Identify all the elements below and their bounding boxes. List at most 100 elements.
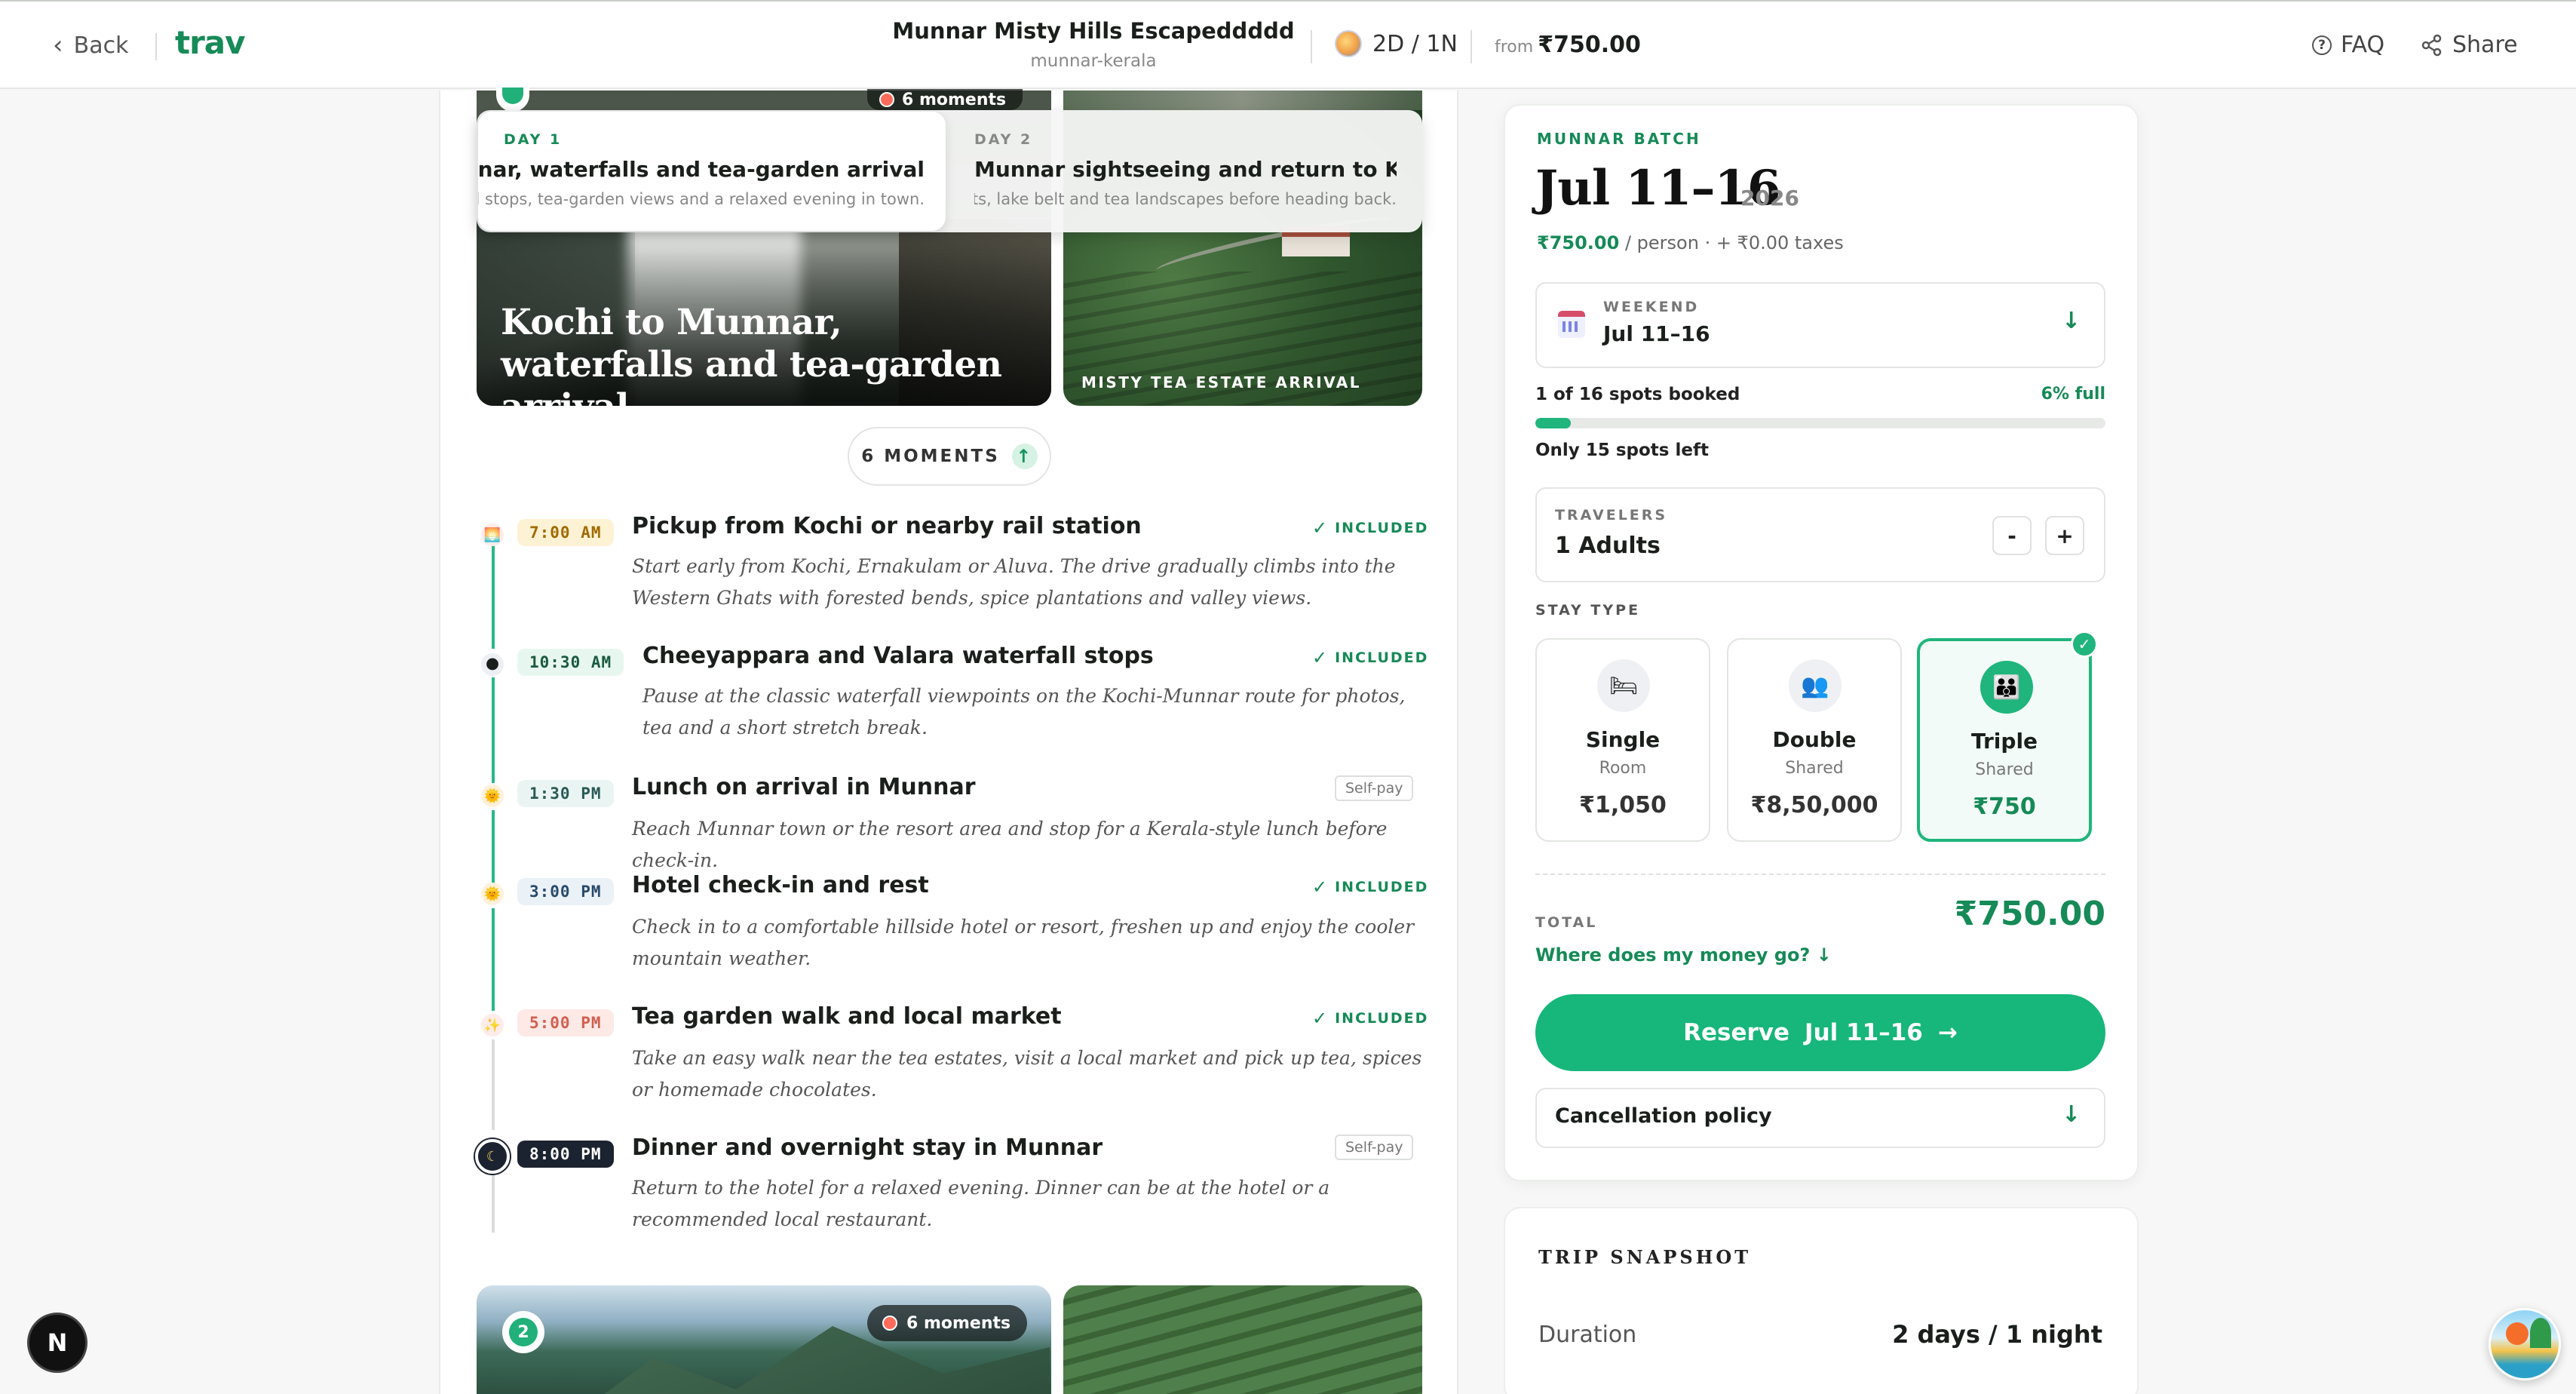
stay-type-label: STAY TYPE xyxy=(1535,602,1641,619)
divider xyxy=(1535,874,2105,875)
sunset-icon: ✨ xyxy=(481,1014,504,1036)
day-hero-title: Kochi to Munnar, waterfalls and tea-gard… xyxy=(501,302,1002,428)
moments-badge: 6 moments xyxy=(867,89,1023,110)
group-icon: 👪 xyxy=(1980,661,2033,714)
check-icon: ✓ xyxy=(1312,877,1329,898)
moments-toggle-label: 6 MOMENTS xyxy=(861,447,1000,466)
reserve-label: Reserve xyxy=(1683,1019,1790,1046)
beach-sun xyxy=(2506,1322,2528,1345)
moment-description: Return to the hotel for a relaxed evenin… xyxy=(632,1177,1330,1230)
money-breakdown-link[interactable]: Where does my money go? ↓ xyxy=(1535,944,1832,966)
stay-sub: Shared xyxy=(1785,759,1844,778)
sun-icon: 🌞 xyxy=(481,785,504,807)
timeline-line xyxy=(492,543,495,649)
spots-left: Only 15 spots left xyxy=(1535,441,1709,460)
moment-title: Cheeyappara and Valara waterfall stops xyxy=(642,643,1154,669)
included-badge: ✓ INCLUDED xyxy=(1312,877,1428,898)
day-tab-2[interactable]: DAY 2 Munnar sightseeing and return to K… xyxy=(946,112,1421,231)
time-badge: 10:30 AM xyxy=(517,649,624,676)
calendar-icon xyxy=(1558,311,1585,338)
moment-title: Hotel check-in and rest xyxy=(632,872,929,898)
included-label: INCLUDED xyxy=(1335,649,1429,666)
self-pay-badge: Self-pay xyxy=(1335,775,1414,801)
date-select-label: WEEKEND xyxy=(1603,299,1700,315)
day-tab-1[interactable]: DAY 1 Kochi to Munnar, waterfalls and te… xyxy=(478,112,946,231)
beach-avatar-icon[interactable] xyxy=(2489,1308,2561,1380)
trip-slug: munnar-kerala xyxy=(1030,51,1157,71)
brand-logo[interactable]: trav xyxy=(175,24,246,61)
day-tab-title: Munnar sightseeing and return to Kochi xyxy=(974,157,1397,182)
time-badge: 3:00 PM xyxy=(517,878,614,905)
share-button[interactable]: Share xyxy=(2421,32,2518,58)
snapshot-duration-value: 2 days / 1 night xyxy=(1892,1320,2102,1349)
check-icon: ✓ xyxy=(1312,1008,1329,1029)
arrow-up-icon: ↑ xyxy=(1011,444,1038,469)
selected-check-icon: ✓ xyxy=(2071,631,2098,658)
stay-sub: Room xyxy=(1599,759,1647,778)
share-label: Share xyxy=(2452,32,2518,58)
stay-option-triple[interactable]: 👪 Triple Shared ₹750 xyxy=(1917,638,2092,842)
money-breakdown-label: Where does my money go? xyxy=(1535,944,1811,966)
batch-label: MUNNAR BATCH xyxy=(1537,130,1701,148)
decrement-button[interactable]: - xyxy=(1992,516,2032,555)
from-price: from ₹750.00 xyxy=(1495,32,1641,58)
bed-icon: 🛏 xyxy=(1597,659,1650,712)
alarm-clock-icon xyxy=(882,1316,897,1331)
from-label: from xyxy=(1495,38,1534,57)
spots-progress-fill xyxy=(1535,418,1572,428)
stay-sub: Shared xyxy=(1975,760,2034,779)
day-number: 2 xyxy=(509,1318,538,1346)
moment-title: Lunch on arrival in Munnar xyxy=(632,774,976,800)
back-button[interactable]: ‹ Back xyxy=(53,30,128,60)
moon-icon: ☾ xyxy=(475,1139,510,1174)
moments-toggle-button[interactable]: 6 MOMENTS ↑ xyxy=(848,427,1051,486)
moment-description: Take an easy walk near the tea estates, … xyxy=(632,1047,1422,1101)
stay-option-single[interactable]: 🛏 Single Room ₹1,050 xyxy=(1535,638,1710,842)
spots-progress-bar xyxy=(1535,418,2105,428)
stay-price: ₹750 xyxy=(1973,794,2036,820)
batch-year: 2026 xyxy=(1740,186,1799,210)
stay-price: ₹1,050 xyxy=(1579,792,1667,818)
faq-label: FAQ xyxy=(2341,32,2385,58)
reserve-button[interactable]: Reserve Jul 11–16 → xyxy=(1535,994,2105,1071)
price-suffix: / person · + ₹0.00 taxes xyxy=(1624,232,1844,253)
travelers-label: TRAVELERS xyxy=(1555,507,1668,524)
time-badge: 7:00 AM xyxy=(517,519,614,546)
timeline-line xyxy=(492,1039,495,1130)
day-tab-label: DAY 2 xyxy=(974,131,1033,148)
moments-badge: 6 moments xyxy=(867,1305,1028,1341)
moment-title: Dinner and overnight stay in Munnar xyxy=(632,1135,1103,1161)
snapshot-duration-key: Duration xyxy=(1538,1322,1637,1348)
increment-button[interactable]: + xyxy=(2045,516,2084,555)
total-value: ₹750.00 xyxy=(1954,895,2105,933)
day-tab-subtitle: Explore Munnar's signature viewpoints, l… xyxy=(974,190,1397,208)
included-badge: ✓ INCLUDED xyxy=(1312,517,1428,539)
moment-description: Start early from Kochi, Ernakulam or Alu… xyxy=(632,555,1396,609)
day-tab-title-text: Kochi to Munnar, waterfalls and tea-gard… xyxy=(478,157,925,182)
moments-badge-label: 6 moments xyxy=(902,90,1007,109)
included-label: INCLUDED xyxy=(1335,1010,1429,1027)
check-icon: ✓ xyxy=(1312,647,1329,668)
sun-moon-icon xyxy=(1335,30,1362,57)
stay-name: Double xyxy=(1772,727,1857,752)
tea-estate-label: MISTY TEA ESTATE ARRIVAL xyxy=(1081,373,1361,391)
duration-label: 2D / 1N xyxy=(1372,30,1458,57)
sunrise-icon: 🌅 xyxy=(481,524,504,546)
time-badge: 8:00 PM xyxy=(517,1141,614,1168)
check-icon: ✓ xyxy=(1312,517,1329,539)
timeline-line xyxy=(492,810,495,893)
dev-tools-badge[interactable]: N xyxy=(27,1313,87,1373)
timeline-line xyxy=(492,677,495,783)
price-value: ₹750.00 xyxy=(1537,232,1620,253)
day-tab-subtitle-text: A scenic uphill drive with waterfall sto… xyxy=(478,190,925,208)
faq-link[interactable]: ? FAQ xyxy=(2312,32,2384,58)
timeline-line xyxy=(492,908,495,1011)
nav-divider xyxy=(1311,30,1312,63)
stay-option-double[interactable]: 👥 Double Shared ₹8,50,000 xyxy=(1727,638,1902,842)
price-per-person: ₹750.00 / person · + ₹0.00 taxes xyxy=(1537,232,1844,253)
back-label: Back xyxy=(73,32,129,59)
day-tab-label: DAY 1 xyxy=(504,131,563,148)
spots-booked: 1 of 16 spots booked xyxy=(1535,385,1740,404)
day-tab-subtitle-text: Explore Munnar's signature viewpoints, l… xyxy=(974,190,1397,208)
alarm-clock-icon xyxy=(879,92,894,107)
